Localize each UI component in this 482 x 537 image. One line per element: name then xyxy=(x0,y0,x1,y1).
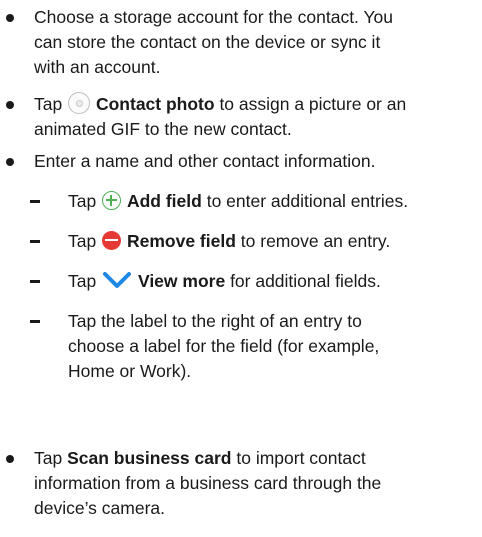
sub-list-item-text: Tap Remove field to remove an entry. xyxy=(68,229,476,254)
text-line: can store the contact on the device or s… xyxy=(34,32,381,52)
view-more-label: View more xyxy=(137,271,226,291)
chevron-down-icon xyxy=(103,272,132,289)
bullet xyxy=(6,14,14,22)
text-line: information from a business card through… xyxy=(34,473,382,493)
text-line: choose a label for the field (for exampl… xyxy=(68,336,380,356)
add-icon xyxy=(102,190,122,210)
text-line: Choose a storage account for the contact… xyxy=(34,7,393,27)
text-fragment: to assign a picture or an xyxy=(219,94,407,114)
list-item-text: Tap Scan business card to import contact… xyxy=(34,446,476,521)
remove-field-label: Remove field xyxy=(126,231,236,251)
tap-word: Tap xyxy=(34,448,63,468)
text-line: with an account. xyxy=(34,57,161,77)
sub-list-item-text: Tap Add field to enter additional entrie… xyxy=(68,189,476,214)
dash xyxy=(30,320,40,323)
contact-photo-label: Contact photo xyxy=(95,94,215,114)
tap-word: Tap xyxy=(68,191,97,211)
bullet xyxy=(6,101,14,109)
scan-business-card-label: Scan business card xyxy=(67,448,232,468)
text-line: Tap the label to the right of an entry t… xyxy=(68,311,362,331)
text-line: animated GIF to the new contact. xyxy=(34,119,292,139)
bullet xyxy=(6,455,14,463)
list-item-text: Choose a storage account for the contact… xyxy=(34,5,476,80)
remove-icon xyxy=(102,230,122,250)
text-line: device’s camera. xyxy=(34,498,165,518)
text-fragment: to enter additional entries. xyxy=(206,191,409,211)
text-fragment: to remove an entry. xyxy=(240,231,391,251)
text-line: Tap Contact photo to assign a picture or… xyxy=(34,92,476,117)
text-fragment: for additional fields. xyxy=(230,271,381,291)
sub-list-item-text: Tap View more for additional fields. xyxy=(68,269,476,294)
sub-list-item-text: Tap the label to the right of an entry t… xyxy=(68,309,476,384)
contact-photo-icon xyxy=(68,92,91,115)
tap-word: Tap xyxy=(68,231,97,251)
list-item-text: Enter a name and other contact informati… xyxy=(34,149,476,174)
dash xyxy=(30,240,40,243)
tap-word: Tap xyxy=(68,271,97,291)
list-item-text: Tap Contact photo to assign a picture or… xyxy=(34,92,476,142)
text-line: Tap Scan business card to import contact xyxy=(34,446,476,471)
tap-word: Tap xyxy=(34,94,63,114)
dash xyxy=(30,200,40,203)
text-line: Enter a name and other contact informati… xyxy=(34,151,376,171)
text-fragment: to import contact xyxy=(236,448,366,468)
dash xyxy=(30,280,40,283)
bullet xyxy=(6,158,14,166)
add-field-label: Add field xyxy=(126,191,202,211)
instruction-list: Choose a storage account for the contact… xyxy=(0,0,482,537)
text-line: Home or Work). xyxy=(68,361,192,381)
